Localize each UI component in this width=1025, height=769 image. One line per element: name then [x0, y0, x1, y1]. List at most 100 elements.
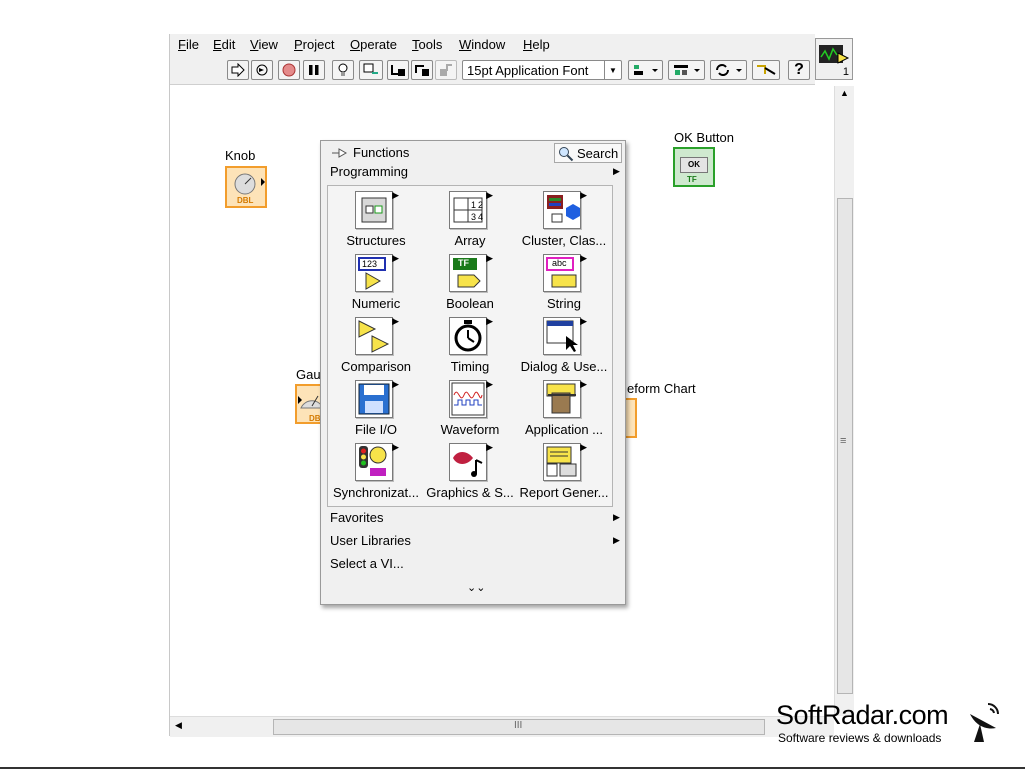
- timing-icon: ▶: [449, 316, 493, 355]
- application-control-icon: ▶: [543, 379, 587, 418]
- palette-item-structures[interactable]: ▶ Structures: [328, 186, 424, 249]
- knob-icon: [234, 173, 265, 195]
- select-a-vi-item[interactable]: Select a VI...: [330, 556, 404, 571]
- pause-icon: [309, 65, 319, 75]
- category-favorites[interactable]: Favorites: [330, 510, 383, 525]
- palette-item-string[interactable]: abc ▶ String: [516, 249, 612, 312]
- vertical-scroll-grip: ≡: [840, 435, 847, 447]
- boolean-text: TF: [458, 258, 469, 268]
- knob-label: Knob: [225, 148, 256, 163]
- palette-item-report-generation[interactable]: ▶ Report Gener...: [516, 438, 612, 501]
- palette-item-timing[interactable]: ▶ Timing: [422, 312, 518, 375]
- string-icon: abc ▶: [543, 253, 587, 292]
- menu-project[interactable]: Project: [294, 37, 334, 52]
- menu-bar: File Edit View Project Operate Tools Win…: [170, 34, 815, 56]
- vi-icon[interactable]: 1: [815, 38, 853, 80]
- reorder-button[interactable]: [710, 60, 747, 80]
- step-into-button[interactable]: [387, 60, 409, 80]
- waveform-chart-label: eform Chart: [627, 381, 696, 396]
- string-text: abc: [552, 258, 567, 268]
- help-icon: ?: [794, 61, 804, 78]
- palette-item-numeric[interactable]: 123 ▶ Numeric: [328, 249, 424, 312]
- category-programming[interactable]: Programming: [330, 164, 408, 179]
- ok-button-terminal[interactable]: OK TF: [673, 147, 715, 187]
- palette-item-cluster[interactable]: ▶ Cluster, Clas...: [516, 186, 612, 249]
- palette-item-waveform[interactable]: ▶ Waveform: [422, 375, 518, 438]
- horizontal-scrollbar[interactable]: ◀ III: [170, 716, 834, 737]
- cluster-icon: ▶: [543, 190, 587, 229]
- scroll-left-arrow-icon[interactable]: ◀: [175, 720, 182, 731]
- font-selector[interactable]: 15pt Application Font ▼: [462, 60, 622, 80]
- run-button[interactable]: [227, 60, 249, 80]
- palette-item-synchronization[interactable]: ▶ Synchronizat...: [328, 438, 424, 501]
- font-selector-value: 15pt Application Font: [467, 62, 589, 78]
- palette-search-label: Search: [577, 146, 619, 161]
- palette-search-button[interactable]: Search: [554, 143, 622, 163]
- horizontal-scroll-grip: III: [514, 720, 523, 731]
- palette-item-label: Report Gener...: [519, 485, 609, 500]
- chevron-down-icon: ▼: [604, 61, 621, 79]
- light-bulb-icon: [338, 63, 348, 76]
- ok-button-label: OK Button: [674, 130, 734, 145]
- boolean-type-tag: TF: [687, 175, 697, 184]
- palette-item-dialog[interactable]: ▶ Dialog & Use...: [516, 312, 612, 375]
- retain-values-icon: [363, 63, 378, 74]
- category-user-libraries[interactable]: User Libraries: [330, 533, 411, 548]
- context-help-button[interactable]: ?: [788, 60, 810, 80]
- palette-item-array[interactable]: ▶ 1 2 3 4 Array: [422, 186, 518, 249]
- palette-item-label: Boolean: [446, 296, 494, 311]
- clean-up-diagram-button[interactable]: [752, 60, 780, 80]
- palette-item-label: Waveform: [440, 422, 500, 437]
- pin-icon[interactable]: [330, 146, 348, 160]
- watermark-title: SoftRadar.com: [776, 700, 949, 730]
- vertical-scroll-thumb[interactable]: ≡: [837, 198, 853, 694]
- menu-edit[interactable]: Edit: [213, 37, 235, 52]
- structures-icon: ▶: [355, 190, 399, 229]
- menu-window[interactable]: Window: [459, 37, 505, 52]
- array-digit: 4: [478, 212, 484, 222]
- retain-wire-values-button[interactable]: [359, 60, 383, 80]
- vi-icon-number: 1: [842, 66, 849, 78]
- palette-item-label: Array: [454, 233, 486, 248]
- knob-terminal[interactable]: DBL: [225, 166, 267, 208]
- dialog-icon: ▶: [543, 316, 587, 355]
- distribute-objects-button[interactable]: [668, 60, 705, 80]
- reorder-icon: [715, 64, 742, 76]
- menu-view[interactable]: View: [250, 37, 278, 52]
- programming-expand-icon: ▶: [613, 166, 620, 176]
- menu-tools[interactable]: Tools: [412, 37, 442, 52]
- scroll-up-arrow-icon[interactable]: ▲: [840, 88, 849, 98]
- horizontal-scroll-thumb[interactable]: III: [273, 719, 765, 735]
- gauge-label: Gau: [296, 367, 321, 382]
- vertical-scrollbar[interactable]: ▲ ≡: [834, 86, 854, 716]
- softradar-watermark: SoftRadar.com Software reviews & downloa…: [776, 700, 1006, 750]
- menu-operate[interactable]: Operate: [350, 37, 397, 52]
- run-arrow-icon: [231, 63, 245, 77]
- palette-item-boolean[interactable]: TF ▶ Boolean: [422, 249, 518, 312]
- menu-file[interactable]: File: [178, 37, 199, 52]
- step-out-button[interactable]: [435, 60, 457, 80]
- palette-item-application-control[interactable]: ▶ Application ...: [516, 375, 612, 438]
- run-continuously-button[interactable]: [251, 60, 273, 80]
- expand-palette-chevron-icon[interactable]: ⌄⌄: [467, 581, 485, 594]
- array-digit: 3: [471, 212, 477, 222]
- array-digit: 2: [478, 200, 484, 210]
- palette-item-graphics-sound[interactable]: ▶ Graphics & S...: [422, 438, 518, 501]
- highlight-execution-button[interactable]: [332, 60, 354, 80]
- step-out-icon: [440, 64, 452, 76]
- clean-up-icon: [757, 65, 776, 75]
- palette-item-comparison[interactable]: ▶ Comparison: [328, 312, 424, 375]
- knob-type-tag: DBL: [237, 196, 254, 205]
- palette-item-label: Graphics & S...: [426, 485, 514, 500]
- menu-help[interactable]: Help: [523, 37, 550, 52]
- align-objects-button[interactable]: [628, 60, 663, 80]
- abort-icon: [282, 63, 296, 77]
- file-io-icon: ▶: [355, 379, 399, 418]
- step-over-button[interactable]: [411, 60, 433, 80]
- palette-item-file-io[interactable]: ▶ File I/O: [328, 375, 424, 438]
- palette-item-label: File I/O: [355, 422, 397, 437]
- comparison-icon: ▶: [355, 316, 399, 355]
- abort-button[interactable]: [278, 60, 300, 80]
- pause-button[interactable]: [303, 60, 325, 80]
- palette-item-label: Comparison: [340, 359, 412, 374]
